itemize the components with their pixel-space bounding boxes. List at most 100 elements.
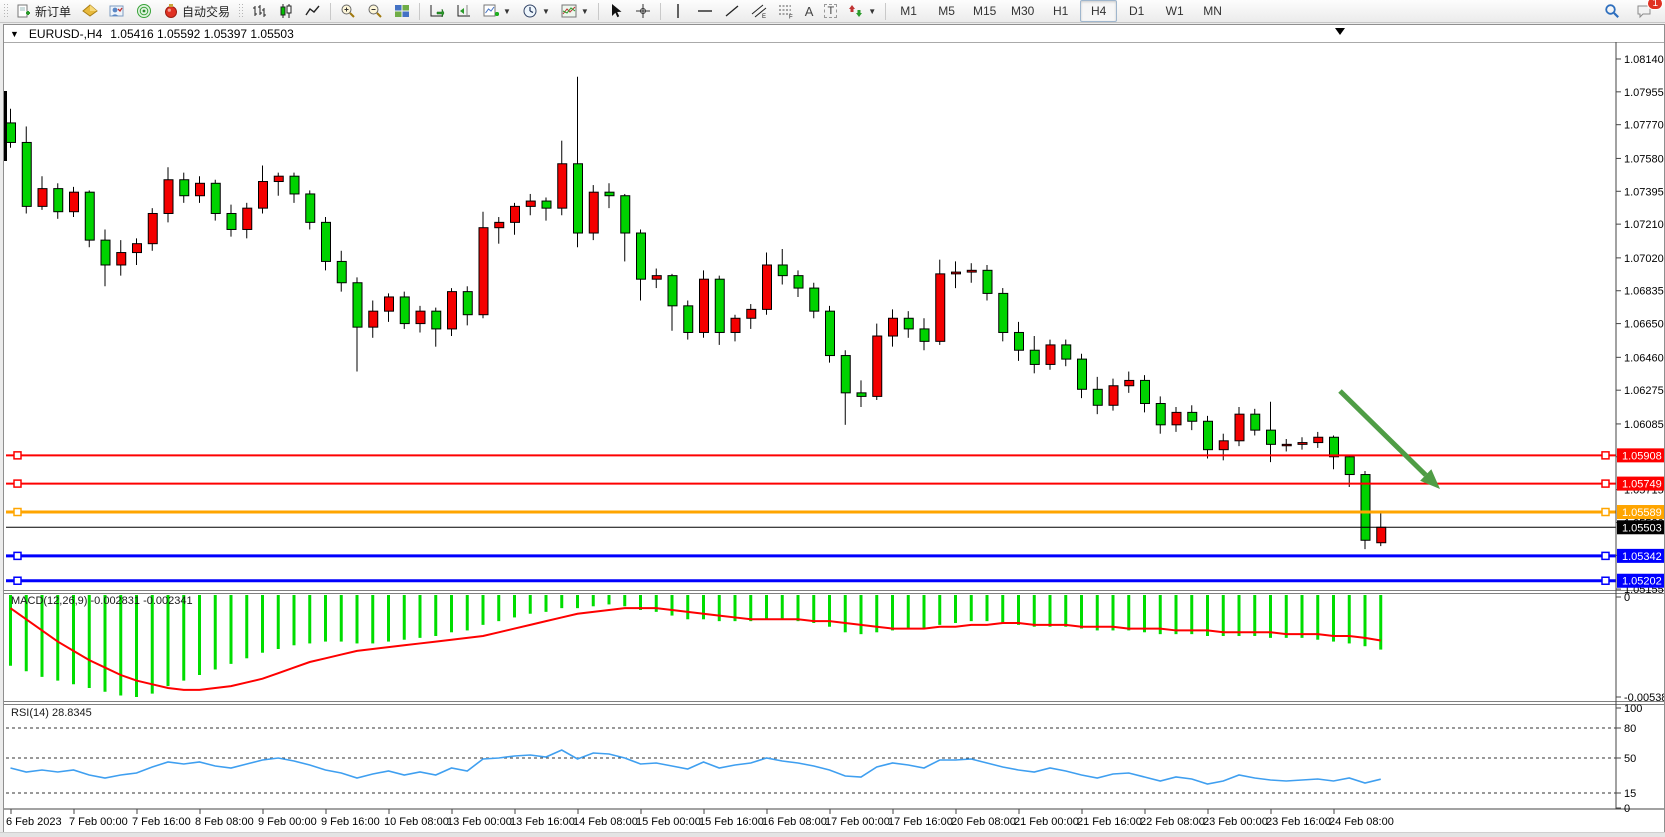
signals-button[interactable]	[131, 0, 157, 22]
time-axis-label[interactable]: 9 Feb 00:00	[258, 816, 317, 828]
line-anchor-handle[interactable]	[14, 552, 21, 559]
timeframe-m1-button[interactable]: M1	[890, 0, 927, 22]
time-axis-label[interactable]: 21 Feb 00:00	[1014, 816, 1079, 828]
timeframe-d1-button[interactable]: D1	[1118, 0, 1155, 22]
price-axis-label[interactable]: 1.07770	[1624, 120, 1664, 132]
timeframe-m30-button[interactable]: M30	[1004, 0, 1041, 22]
time-axis-label[interactable]: 17 Feb 00:00	[825, 816, 890, 828]
notifications-button[interactable]: 1	[1631, 0, 1657, 22]
candlestick-mode-button[interactable]	[273, 0, 299, 22]
price-axis-label[interactable]: 1.06650	[1624, 319, 1664, 331]
time-axis-label[interactable]: 9 Feb 16:00	[321, 816, 380, 828]
time-axis-label[interactable]: 23 Feb 00:00	[1203, 816, 1268, 828]
cursor-tool-button[interactable]	[603, 0, 629, 22]
time-axis-label[interactable]: 6 Feb 2023	[6, 816, 62, 828]
chart-shift-button[interactable]	[451, 0, 477, 22]
bar-chart-mode-button[interactable]	[246, 0, 272, 22]
line-anchor-handle[interactable]	[14, 577, 21, 584]
indicators-menu-button[interactable]: ▼	[478, 0, 516, 22]
chart-template-icon	[561, 3, 577, 19]
time-axis-label[interactable]: 23 Feb 16:00	[1266, 816, 1331, 828]
toolbar-grip[interactable]	[238, 3, 243, 19]
timeframe-h1-button[interactable]: H1	[1042, 0, 1079, 22]
price-axis-label[interactable]: 1.07210	[1624, 219, 1664, 231]
line-anchor-handle[interactable]	[14, 452, 21, 459]
time-axis-label[interactable]: 7 Feb 00:00	[69, 816, 128, 828]
time-axis-label[interactable]: 17 Feb 16:00	[888, 816, 953, 828]
rsi-axis-label[interactable]: 80	[1624, 723, 1636, 735]
line-anchor-handle[interactable]	[1602, 480, 1609, 487]
line-anchor-handle[interactable]	[1602, 452, 1609, 459]
accounts-button[interactable]	[104, 0, 130, 22]
time-axis-label[interactable]: 15 Feb 00:00	[636, 816, 701, 828]
time-axis-label[interactable]: 14 Feb 08:00	[573, 816, 638, 828]
tile-windows-button[interactable]	[389, 0, 415, 22]
line-anchor-handle[interactable]	[14, 480, 21, 487]
periods-menu-button[interactable]: ▼	[517, 0, 555, 22]
text-tool-button[interactable]: A	[800, 0, 819, 22]
time-axis-label[interactable]: 20 Feb 08:00	[951, 816, 1016, 828]
time-axis-label[interactable]: 24 Feb 08:00	[1329, 816, 1394, 828]
time-axis-label[interactable]: 7 Feb 16:00	[132, 816, 191, 828]
chart-window[interactable]: ▼ EURUSD-,H4 1.05416 1.05592 1.05397 1.0…	[3, 24, 1665, 833]
channel-tool-button[interactable]: E	[746, 0, 772, 22]
time-axis-label[interactable]: 13 Feb 16:00	[510, 816, 575, 828]
time-axis-label[interactable]: 16 Feb 08:00	[762, 816, 827, 828]
price-axis-label[interactable]: 1.07020	[1624, 253, 1664, 265]
price-axis-label[interactable]: 1.06085	[1624, 419, 1664, 431]
price-axis-label[interactable]: 1.07955	[1624, 87, 1664, 99]
crosshair-tool-button[interactable]	[630, 0, 656, 22]
arrows-tool-button[interactable]: ▼	[843, 0, 881, 22]
price-axis-label[interactable]: 1.06835	[1624, 286, 1664, 298]
timeframe-mn-button[interactable]: MN	[1194, 0, 1231, 22]
candle	[1251, 414, 1260, 430]
market-watch-button[interactable]	[77, 0, 103, 22]
candle	[794, 276, 803, 288]
templates-menu-button[interactable]: ▼	[556, 0, 594, 22]
trendline-tool-button[interactable]	[719, 0, 745, 22]
price-axis-label[interactable]: 1.06460	[1624, 352, 1664, 364]
chart-canvas[interactable]: 1.08140 1.07955 1.07770 1.07580 1.07395 1.072…	[4, 25, 1664, 832]
time-axis-label[interactable]: 10 Feb 08:00	[384, 816, 449, 828]
rsi-axis-label[interactable]: 15	[1624, 788, 1636, 800]
candle	[684, 306, 693, 333]
price-axis-label[interactable]: 1.07580	[1624, 153, 1664, 165]
time-axis-label[interactable]: 8 Feb 08:00	[195, 816, 254, 828]
search-button[interactable]	[1599, 0, 1625, 22]
new-order-button[interactable]: 新订单	[11, 0, 76, 22]
timeframe-h4-button[interactable]: H4	[1080, 0, 1117, 22]
line-anchor-handle[interactable]	[1602, 509, 1609, 516]
price-axis-label[interactable]: 1.06275	[1624, 385, 1664, 397]
auto-scroll-button[interactable]	[424, 0, 450, 22]
bid-price-label: 1.05503	[1622, 522, 1662, 534]
timeframe-m5-button[interactable]: M5	[928, 0, 965, 22]
vertical-line-tool-button[interactable]	[665, 0, 691, 22]
timeframe-m15-button[interactable]: M15	[966, 0, 1003, 22]
toolbar-grip[interactable]	[3, 3, 8, 19]
timeframe-w1-button[interactable]: W1	[1156, 0, 1193, 22]
macd-axis-label[interactable]: 0	[1624, 592, 1630, 604]
chart-shift-marker[interactable]	[1335, 28, 1345, 35]
time-axis-label[interactable]: 13 Feb 00:00	[447, 816, 512, 828]
line-chart-mode-button[interactable]	[300, 0, 326, 22]
fibonacci-tool-button[interactable]: F	[773, 0, 799, 22]
candle	[904, 318, 913, 329]
price-axis-label[interactable]: 1.08140	[1624, 54, 1664, 66]
zoom-out-button[interactable]	[362, 0, 388, 22]
time-axis-label[interactable]: 15 Feb 16:00	[699, 816, 764, 828]
time-axis-label[interactable]: 21 Feb 16:00	[1077, 816, 1142, 828]
line-anchor-handle[interactable]	[1602, 577, 1609, 584]
auto-trading-button[interactable]: 自动交易	[158, 0, 235, 22]
candle	[1267, 430, 1276, 444]
time-axis-label[interactable]: 22 Feb 08:00	[1140, 816, 1205, 828]
zoom-in-button[interactable]	[335, 0, 361, 22]
line-anchor-handle[interactable]	[1602, 552, 1609, 559]
rsi-axis-label[interactable]: 50	[1624, 753, 1636, 765]
rsi-axis-label[interactable]: 100	[1624, 703, 1642, 715]
price-axis-label[interactable]: 1.07395	[1624, 186, 1664, 198]
line-anchor-handle[interactable]	[14, 509, 21, 516]
horizontal-line-tool-button[interactable]	[692, 0, 718, 22]
label-tool-button[interactable]: T	[819, 0, 842, 22]
rsi-axis-label[interactable]: 0	[1624, 803, 1630, 815]
one-click-trading-toggle[interactable]: ▼	[10, 29, 19, 39]
